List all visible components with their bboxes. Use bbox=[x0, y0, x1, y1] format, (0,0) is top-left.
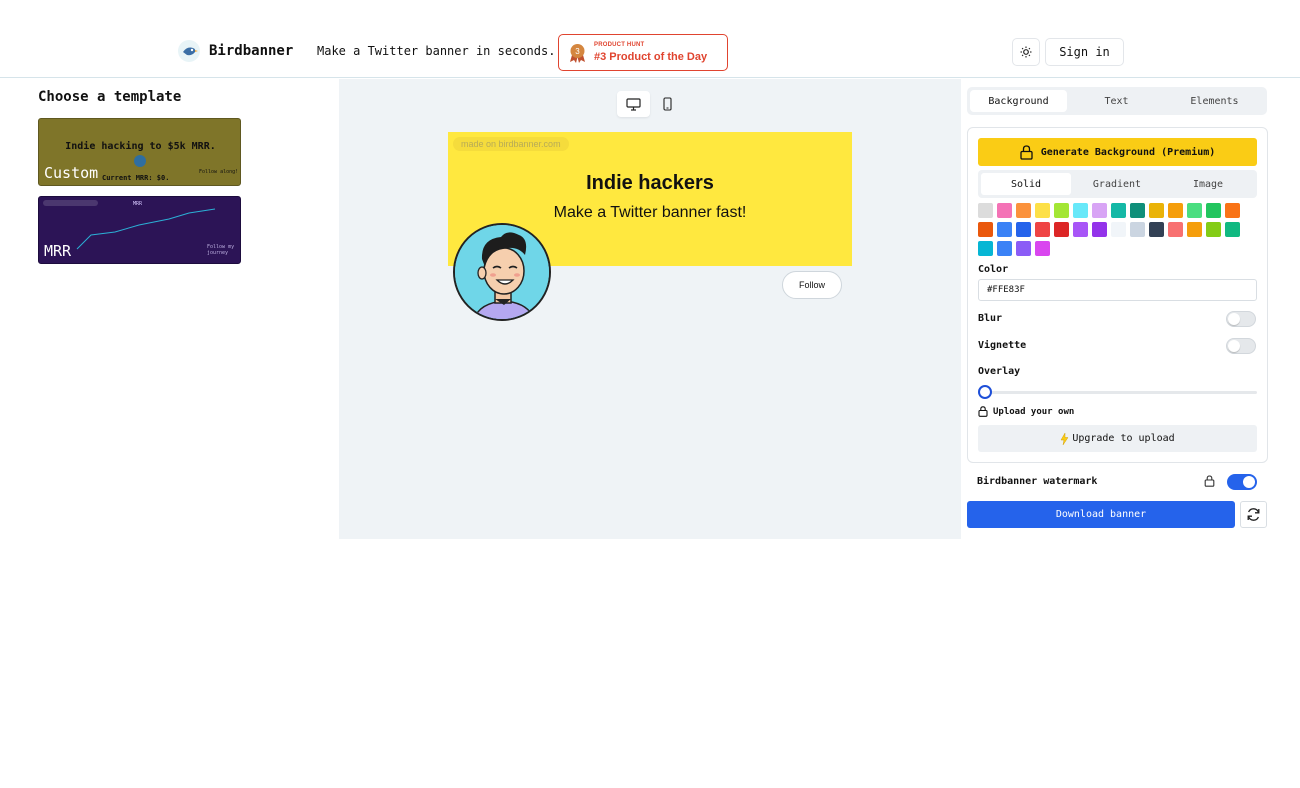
upload-your-own-label: Upload your own bbox=[993, 406, 1075, 417]
product-hunt-badge[interactable]: 3 PRODUCT HUNT #3 Product of the Day bbox=[558, 34, 728, 71]
medal-icon: 3 bbox=[570, 44, 585, 63]
subtab-solid[interactable]: Solid bbox=[981, 173, 1071, 195]
template-avatar bbox=[134, 155, 146, 167]
color-swatch[interactable] bbox=[1054, 203, 1069, 218]
color-swatch[interactable] bbox=[1054, 222, 1069, 237]
color-swatch[interactable] bbox=[1168, 203, 1183, 218]
background-type-tabs: Solid Gradient Image bbox=[978, 170, 1257, 198]
banner-watermark: made on birdbanner.com bbox=[453, 137, 569, 151]
blur-toggle[interactable] bbox=[1226, 311, 1256, 327]
background-settings-card: Generate Background (Premium) Solid Grad… bbox=[967, 127, 1268, 463]
color-swatch[interactable] bbox=[1092, 203, 1107, 218]
template-mrr-label: MRR bbox=[44, 242, 72, 260]
color-swatch[interactable] bbox=[1035, 203, 1050, 218]
subtab-gradient[interactable]: Gradient bbox=[1072, 173, 1162, 195]
theme-toggle-button[interactable] bbox=[1012, 38, 1040, 66]
color-swatch[interactable] bbox=[1092, 222, 1107, 237]
color-swatch[interactable] bbox=[1225, 203, 1240, 218]
lightning-icon bbox=[1060, 432, 1069, 445]
badge-small-text: PRODUCT HUNT bbox=[594, 42, 645, 48]
color-swatch[interactable] bbox=[1035, 222, 1050, 237]
color-swatch[interactable] bbox=[1130, 222, 1145, 237]
choose-template-title: Choose a template bbox=[38, 89, 182, 105]
vignette-toggle[interactable] bbox=[1226, 338, 1256, 354]
color-swatch[interactable] bbox=[1187, 203, 1202, 218]
brand-name[interactable]: Birdbanner bbox=[209, 43, 293, 59]
banner-title[interactable]: Indie hackers bbox=[448, 172, 852, 195]
download-banner-button[interactable]: Download banner bbox=[967, 501, 1235, 528]
color-swatch[interactable] bbox=[1035, 241, 1050, 256]
color-swatch[interactable] bbox=[1016, 241, 1031, 256]
color-swatch[interactable] bbox=[1149, 203, 1164, 218]
follow-button[interactable]: Follow bbox=[782, 271, 842, 299]
color-swatch[interactable] bbox=[1130, 203, 1145, 218]
tagline: Make a Twitter banner in seconds. bbox=[317, 44, 556, 58]
color-swatch[interactable] bbox=[1073, 203, 1088, 218]
color-swatch[interactable] bbox=[1168, 222, 1183, 237]
cartoon-avatar-icon bbox=[455, 225, 549, 319]
color-swatch[interactable] bbox=[997, 203, 1012, 218]
upgrade-to-upload-label: Upgrade to upload bbox=[1072, 433, 1175, 444]
color-swatch[interactable] bbox=[1016, 222, 1031, 237]
vignette-label: Vignette bbox=[978, 340, 1027, 351]
mobile-icon bbox=[662, 97, 672, 111]
color-label: Color bbox=[978, 264, 1009, 275]
generate-background-button[interactable]: Generate Background (Premium) bbox=[978, 138, 1257, 166]
template-custom[interactable]: Indie hacking to $5k MRR. Current MRR: $… bbox=[38, 118, 241, 186]
color-swatch[interactable] bbox=[1149, 222, 1164, 237]
badge-main-text: #3 Product of the Day bbox=[594, 51, 708, 63]
lock-icon bbox=[1204, 475, 1215, 487]
color-swatch[interactable] bbox=[997, 222, 1012, 237]
desktop-preview-button[interactable] bbox=[617, 91, 650, 117]
editor-tabs: Background Text Elements bbox=[967, 87, 1267, 115]
generate-background-label: Generate Background (Premium) bbox=[1040, 146, 1216, 158]
overlay-slider-thumb[interactable] bbox=[978, 385, 992, 399]
color-swatch[interactable] bbox=[1206, 222, 1221, 237]
color-swatch[interactable] bbox=[1073, 222, 1088, 237]
svg-text:3: 3 bbox=[575, 47, 580, 56]
mobile-preview-button[interactable] bbox=[657, 91, 677, 117]
refresh-button[interactable] bbox=[1240, 501, 1267, 528]
color-swatch[interactable] bbox=[978, 222, 993, 237]
overlay-label: Overlay bbox=[978, 366, 1021, 377]
upgrade-to-upload-button[interactable]: Upgrade to upload bbox=[978, 425, 1257, 452]
color-hex-input[interactable]: #FFE83F bbox=[978, 279, 1257, 301]
sun-icon bbox=[1020, 46, 1032, 58]
overlay-slider-track[interactable] bbox=[978, 391, 1257, 394]
color-swatch[interactable] bbox=[1111, 222, 1126, 237]
watermark-toggle[interactable] bbox=[1227, 474, 1257, 490]
lock-icon bbox=[978, 406, 988, 417]
color-swatch[interactable] bbox=[1016, 203, 1031, 218]
template-custom-headline: Indie hacking to $5k MRR. bbox=[65, 141, 216, 152]
top-header: Birdbanner Make a Twitter banner in seco… bbox=[0, 0, 1300, 78]
upload-your-own-row: Upload your own bbox=[978, 406, 1074, 417]
color-swatch[interactable] bbox=[978, 241, 993, 256]
profile-avatar[interactable] bbox=[453, 223, 551, 321]
template-mrr-follow: Follow my journey bbox=[207, 244, 235, 256]
desktop-icon bbox=[626, 97, 641, 111]
refresh-icon bbox=[1247, 508, 1260, 521]
birdbanner-logo[interactable] bbox=[178, 40, 200, 62]
template-custom-mrr: Current MRR: $0. bbox=[102, 174, 170, 182]
color-swatch[interactable] bbox=[997, 241, 1012, 256]
subtab-image[interactable]: Image bbox=[1163, 173, 1253, 195]
color-swatch[interactable] bbox=[1206, 203, 1221, 218]
sign-in-button[interactable]: Sign in bbox=[1045, 38, 1124, 66]
watermark-label: Birdbanner watermark bbox=[977, 476, 1098, 487]
color-swatch[interactable] bbox=[1187, 222, 1202, 237]
template-custom-follow: Follow along! bbox=[199, 169, 239, 175]
tab-elements[interactable]: Elements bbox=[1166, 90, 1263, 112]
color-swatch[interactable] bbox=[978, 203, 993, 218]
lock-icon bbox=[1020, 144, 1033, 160]
color-swatch[interactable] bbox=[1111, 203, 1126, 218]
banner-subtitle[interactable]: Make a Twitter banner fast! bbox=[448, 204, 852, 222]
blur-label: Blur bbox=[978, 313, 1003, 324]
template-custom-label: Custom bbox=[44, 164, 99, 182]
template-mrr[interactable]: MRR Follow my journey MRR bbox=[38, 196, 241, 264]
color-swatch[interactable] bbox=[1225, 222, 1240, 237]
tab-text[interactable]: Text bbox=[1068, 90, 1165, 112]
tab-background[interactable]: Background bbox=[970, 90, 1067, 112]
banner-canvas-area: made on birdbanner.com Indie hackers Mak… bbox=[339, 79, 961, 539]
